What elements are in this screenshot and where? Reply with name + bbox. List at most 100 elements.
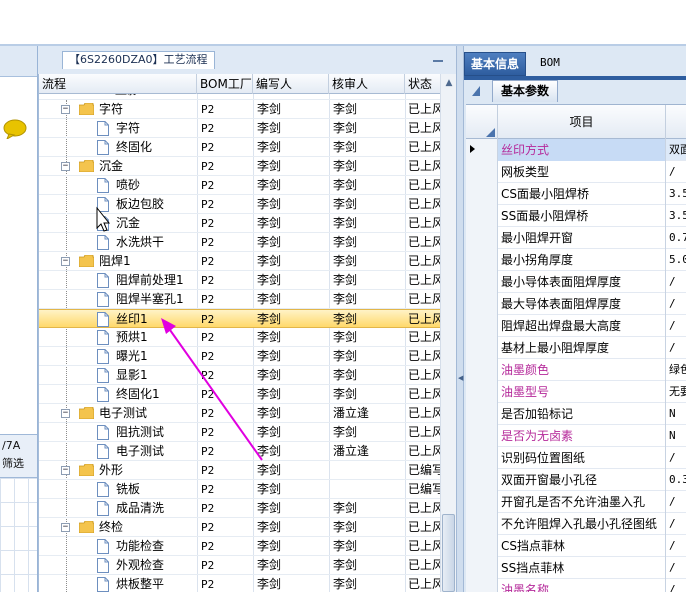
table-row[interactable]: 外观检查 P2 李剑 李剑 已上风: [39, 556, 443, 575]
param-value[interactable]: /: [666, 315, 686, 337]
row-header[interactable]: [466, 227, 498, 249]
table-row[interactable]: 板边包胶 P2 李剑 李剑 已上风: [39, 195, 443, 214]
scroll-thumb[interactable]: [442, 514, 455, 592]
param-row[interactable]: SS面最小阻焊桥3.50: [466, 205, 686, 227]
table-row[interactable]: 终固化1 P2 李剑 李剑 已上风: [39, 385, 443, 404]
param-row[interactable]: 阻焊超出焊盘最大高度 /: [466, 315, 686, 337]
row-header[interactable]: [466, 425, 498, 447]
table-row[interactable]: − 终检 P2 李剑 李剑 已上风: [39, 518, 443, 537]
table-row[interactable]: 铣板 P2 李剑 已编写: [39, 480, 443, 499]
param-value[interactable]: /: [666, 557, 686, 579]
row-header[interactable]: [466, 205, 498, 227]
collapse-toggle-icon[interactable]: −: [61, 466, 70, 475]
param-row[interactable]: 识别码位置图纸 /: [466, 447, 686, 469]
collapse-arrow-icon[interactable]: ◀: [458, 374, 463, 382]
row-header[interactable]: [466, 183, 498, 205]
row-header[interactable]: [466, 469, 498, 491]
param-row[interactable]: 开窗孔是否不允许油墨入孔 /: [466, 491, 686, 513]
param-value[interactable]: /: [666, 337, 686, 359]
param-row[interactable]: 不允许阻焊入孔最小孔径图纸 /: [466, 513, 686, 535]
table-row[interactable]: 显影1 P2 李剑 李剑 已上风: [39, 366, 443, 385]
col-header-status[interactable]: 状态: [405, 74, 445, 94]
row-header[interactable]: [466, 359, 498, 381]
subtab-basic-params[interactable]: 基本参数: [492, 80, 559, 102]
collapse-toggle-icon[interactable]: −: [61, 105, 70, 114]
tab-bom[interactable]: BOM: [534, 52, 566, 76]
param-value[interactable]: /: [666, 513, 686, 535]
table-row[interactable]: 阻焊半塞孔1 P2 李剑 李剑 已上风: [39, 290, 443, 309]
table-row[interactable]: − 阻焊1 P2 李剑 李剑 已上风: [39, 252, 443, 271]
param-value[interactable]: /: [666, 271, 686, 293]
process-title-tab[interactable]: 【6S2260DZA0】工艺流程: [62, 51, 215, 69]
param-value[interactable]: 3.50: [666, 205, 686, 227]
minimize-icon[interactable]: [432, 54, 444, 64]
table-row[interactable]: 喷砂 P2 李剑 李剑 已上风: [39, 176, 443, 195]
row-header[interactable]: [466, 249, 498, 271]
table-row[interactable]: 阻焊前处理1 P2 李剑 李剑 已上风: [39, 271, 443, 290]
table-row[interactable]: 曝光1 P2 李剑 李剑 已上风: [39, 347, 443, 366]
col-header-writer[interactable]: 编写人: [253, 74, 329, 94]
table-row[interactable]: 沉金 P2 李剑 李剑 已上风: [39, 214, 443, 233]
row-header[interactable]: [466, 513, 498, 535]
table-row[interactable]: 预烘1 P2 李剑 李剑 已上风: [39, 328, 443, 347]
table-row-selected[interactable]: 丝印1 P2 李剑 李剑 已上风: [39, 309, 443, 328]
param-value[interactable]: /: [666, 293, 686, 315]
row-header[interactable]: [466, 579, 498, 592]
param-row[interactable]: 丝印方式双面: [466, 139, 686, 161]
param-value[interactable]: 绿色: [666, 359, 686, 381]
param-value[interactable]: 0.70: [666, 227, 686, 249]
col-header-flow[interactable]: 流程: [39, 74, 197, 94]
table-row[interactable]: − 沉金 P2 李剑 李剑 已上风: [39, 157, 443, 176]
collapse-toggle-icon[interactable]: −: [61, 257, 70, 266]
select-all-corner[interactable]: [466, 105, 498, 139]
param-row[interactable]: SS挡点菲林 /: [466, 557, 686, 579]
param-row[interactable]: 最小拐角厚度5.00: [466, 249, 686, 271]
table-row[interactable]: 字符 P2 李剑 李剑 已上风: [39, 119, 443, 138]
param-row[interactable]: 基材上最小阻焊厚度 /: [466, 337, 686, 359]
table-row[interactable]: 功能检查 P2 李剑 李剑 已上风: [39, 537, 443, 556]
row-header[interactable]: [466, 447, 498, 469]
row-header[interactable]: [466, 403, 498, 425]
param-row[interactable]: 是否为无卤素 N: [466, 425, 686, 447]
param-row[interactable]: 是否加铅标记 N: [466, 403, 686, 425]
param-row[interactable]: 最大导体表面阻焊厚度 /: [466, 293, 686, 315]
param-row[interactable]: 油墨型号无要: [466, 381, 686, 403]
param-row[interactable]: 最小导体表面阻焊厚度 /: [466, 271, 686, 293]
row-header[interactable]: [466, 293, 498, 315]
row-header[interactable]: [466, 535, 498, 557]
table-row[interactable]: 成品清洗 P2 李剑 李剑 已上风: [39, 499, 443, 518]
scroll-up-icon[interactable]: ▲: [443, 76, 455, 90]
col-header-reviewer[interactable]: 核审人: [329, 74, 405, 94]
param-value[interactable]: /: [666, 491, 686, 513]
left-filter-tab[interactable]: /7A 筛选: [0, 434, 37, 478]
param-value[interactable]: /: [666, 161, 686, 183]
param-value[interactable]: /: [666, 447, 686, 469]
collapse-toggle-icon[interactable]: −: [61, 409, 70, 418]
table-row[interactable]: 阻抗测试 P2 李剑 李剑 已上风: [39, 423, 443, 442]
param-value[interactable]: N: [666, 403, 686, 425]
tab-basic-info[interactable]: 基本信息: [464, 52, 527, 76]
param-row[interactable]: 双面开窗最小孔径0.35: [466, 469, 686, 491]
param-value[interactable]: N: [666, 425, 686, 447]
panel-splitter[interactable]: ◀: [456, 46, 464, 592]
row-header[interactable]: [466, 315, 498, 337]
row-header[interactable]: [466, 161, 498, 183]
row-header[interactable]: [466, 337, 498, 359]
table-row[interactable]: 烘板整平 P2 李剑 李剑 已上风: [39, 575, 443, 592]
col-header-item[interactable]: 项目: [498, 105, 666, 139]
table-row[interactable]: − 电子测试 P2 李剑 潘立逢 已上风: [39, 404, 443, 423]
param-row[interactable]: 油墨颜色绿色: [466, 359, 686, 381]
param-value[interactable]: 0.35: [666, 469, 686, 491]
row-header[interactable]: [466, 139, 498, 161]
param-value[interactable]: 双面: [666, 139, 686, 161]
chat-bubble-icon[interactable]: [3, 119, 27, 139]
row-header[interactable]: [466, 557, 498, 579]
col-header-bom[interactable]: BOM工厂: [197, 74, 253, 94]
param-value[interactable]: /: [666, 535, 686, 557]
table-row[interactable]: 终固化 P2 李剑 李剑 已上风: [39, 138, 443, 157]
table-row[interactable]: − 外形 P2 李剑 已编写: [39, 461, 443, 480]
param-value[interactable]: /: [666, 579, 686, 592]
row-header[interactable]: [466, 491, 498, 513]
table-row[interactable]: 水洗烘干 P2 李剑 李剑 已上风: [39, 233, 443, 252]
table-row[interactable]: − 字符 P2 李剑 李剑 已上风: [39, 100, 443, 119]
